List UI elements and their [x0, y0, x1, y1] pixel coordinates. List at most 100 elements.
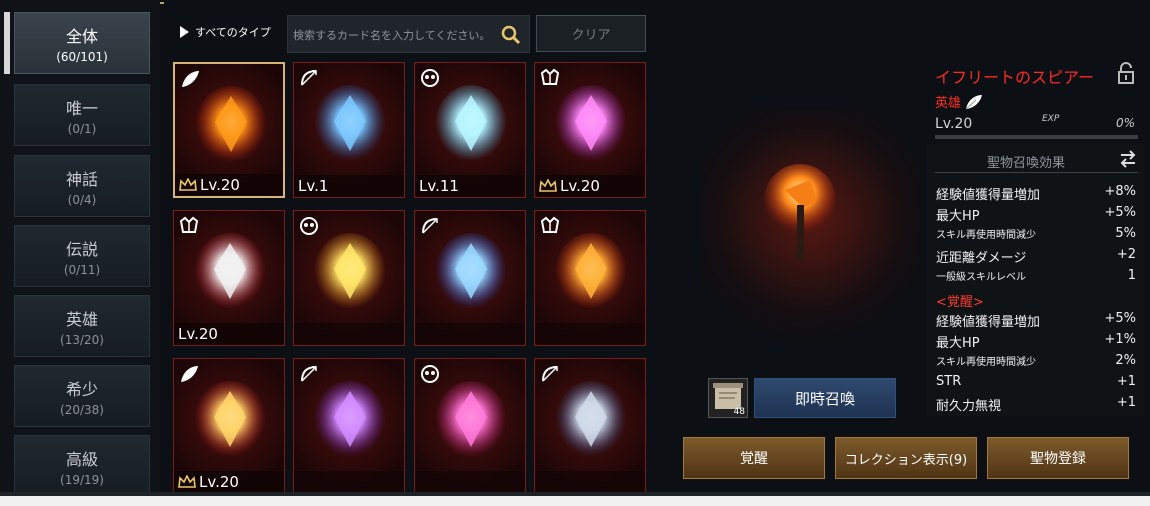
relic-card[interactable]: Lv.20: [173, 358, 285, 494]
tab-count: (0/1): [67, 121, 97, 136]
crown-icon: [179, 178, 197, 191]
tab-label: 希少: [65, 379, 98, 399]
effect-label: スキル再使用時間減少: [936, 357, 1036, 368]
clear-button[interactable]: クリア: [536, 15, 646, 52]
effect-row: 一般級スキルレベル 1: [936, 268, 1136, 283]
search-icon[interactable]: [501, 25, 521, 45]
effect-value: +1: [1116, 374, 1136, 389]
card-level: Lv.20: [178, 325, 218, 343]
search-input[interactable]: [293, 19, 498, 51]
swap-icon[interactable]: [1118, 150, 1138, 168]
effect-row: スキル再使用時間減少 5%: [936, 226, 1136, 241]
scroll-count: 48: [733, 407, 745, 417]
rarity-tab-list: 全体 (60/101) 唯一 (0/1) 神話 (0/4) 伝説 (0/11) …: [0, 0, 160, 496]
relic-card[interactable]: Lv.20: [173, 62, 285, 198]
summon-scroll-item[interactable]: 48: [708, 378, 748, 418]
effect-row: 耐久力無視 +1: [936, 395, 1136, 414]
relic-art: [195, 86, 267, 166]
relic-card[interactable]: [414, 358, 526, 494]
effect-value: +1%: [1104, 332, 1136, 347]
collection-view-button[interactable]: コレクション表示(9): [835, 437, 977, 479]
register-relic-button[interactable]: 聖物登録: [987, 437, 1129, 479]
card-level-bar: Lv.20: [174, 323, 284, 345]
relic-card[interactable]: [293, 358, 405, 494]
tab-count: (19/19): [60, 472, 104, 487]
tab-count: (0/11): [63, 262, 101, 277]
relic-card[interactable]: Lv.20: [534, 62, 646, 198]
card-level: Lv.1: [298, 177, 329, 195]
relic-art: [555, 85, 627, 165]
leaf-icon: [965, 94, 983, 109]
type-filter-dropdown[interactable]: すべてのタイプ: [180, 24, 271, 40]
tab-label: 英雄: [65, 309, 98, 329]
relic-card[interactable]: [414, 210, 526, 346]
relic-card[interactable]: [534, 210, 646, 346]
card-level-bar: Lv.1: [294, 175, 404, 197]
card-level: Lv.20: [560, 177, 600, 195]
effect-value: +2: [1116, 247, 1136, 262]
effect-value: +5%: [1104, 205, 1136, 220]
card-level: Lv.20: [199, 473, 239, 491]
effect-value: +8%: [1104, 184, 1136, 199]
tab-count: (0/4): [67, 192, 97, 207]
effect-value: +1: [1116, 395, 1136, 410]
tab-label: 神話: [65, 169, 98, 189]
relic-card[interactable]: [534, 358, 646, 494]
awaken-header: <覚醒>: [936, 295, 984, 310]
effect-label: スキル再使用時間減少: [936, 230, 1036, 241]
tab-all[interactable]: 全体 (60/101): [14, 12, 150, 74]
relic-card[interactable]: Lv.11: [414, 62, 526, 198]
crown-icon: [539, 179, 557, 192]
relic-level: Lv.20: [935, 116, 973, 132]
effect-row: STR +1: [936, 374, 1136, 389]
effect-label: 最大HP: [936, 336, 980, 351]
effect-value: 5%: [1115, 226, 1136, 241]
relic-card[interactable]: [293, 210, 405, 346]
card-level-bar: [415, 471, 525, 493]
rarity-label: 英雄: [935, 96, 962, 111]
relic-art: [194, 233, 266, 313]
tab-mythic[interactable]: 神話 (0/4): [14, 155, 150, 217]
relic-card[interactable]: Lv.1: [293, 62, 405, 198]
effect-value: +5%: [1104, 311, 1136, 326]
effect-label: 一般級スキルレベル: [936, 272, 1026, 283]
effect-label: STR: [936, 374, 962, 389]
relic-art: [314, 381, 386, 461]
relic-art: [314, 85, 386, 165]
type-filter-label: すべてのタイプ: [195, 26, 271, 39]
lock-icon[interactable]: [1116, 62, 1136, 84]
tab-heroic[interactable]: 英雄 (13/20): [14, 295, 150, 357]
card-level-bar: [294, 323, 404, 345]
relic-art: [435, 381, 507, 461]
tab-legendary[interactable]: 伝説 (0/11): [14, 225, 150, 287]
relic-card[interactable]: Lv.20: [173, 210, 285, 346]
crown-icon: [178, 475, 196, 488]
instant-summon-button[interactable]: 即時召喚: [754, 378, 896, 418]
tab-unique[interactable]: 唯一 (0/1): [14, 84, 150, 146]
bottom-strip: [0, 492, 1150, 496]
tab-count: (20/38): [60, 402, 104, 417]
search-box: [287, 15, 530, 53]
relic-art: [555, 381, 627, 461]
card-level: Lv.20: [200, 176, 240, 194]
effect-row: 近距離ダメージ +2: [936, 247, 1136, 266]
tab-advanced[interactable]: 高級 (19/19): [14, 435, 150, 496]
card-level-bar: [294, 471, 404, 493]
tab-label: 全体: [65, 26, 98, 46]
relic-rarity: 英雄: [935, 92, 984, 111]
exp-progress-bar: [935, 135, 1138, 139]
effect-row: 経験値獲得量増加 +8%: [936, 184, 1136, 203]
effect-value: 2%: [1115, 353, 1136, 368]
relic-art: [555, 233, 627, 313]
tab-label: 高級: [65, 449, 98, 469]
exp-value: 0%: [1116, 116, 1136, 130]
tab-count: (13/20): [60, 332, 104, 347]
relic-art: [314, 233, 386, 313]
effect-row: 最大HP +5%: [936, 205, 1136, 224]
relic-art: [194, 381, 266, 461]
effect-label: 近距離ダメージ: [936, 251, 1027, 266]
awaken-button[interactable]: 覚醒: [683, 437, 825, 479]
tab-rare[interactable]: 希少 (20/38): [14, 365, 150, 427]
card-level-bar: Lv.20: [175, 174, 283, 196]
effect-label: 経験値獲得量増加: [936, 188, 1041, 203]
